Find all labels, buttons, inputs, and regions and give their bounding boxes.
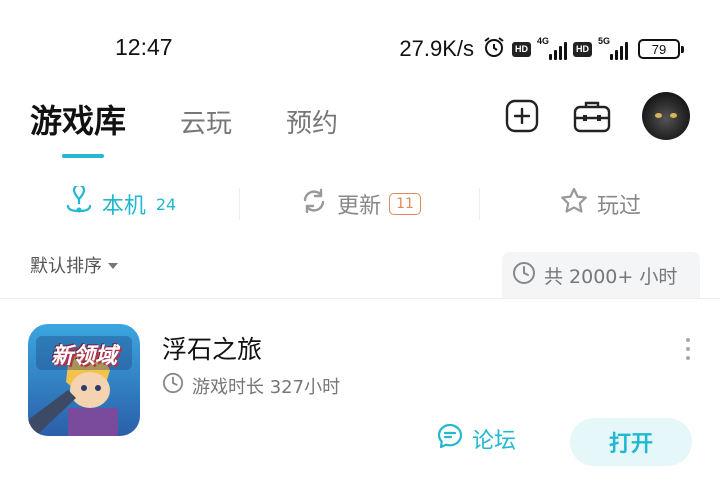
hd-badge: HD bbox=[512, 41, 531, 57]
subtab-local[interactable]: 本机 24 bbox=[0, 183, 240, 222]
forum-icon bbox=[436, 422, 464, 456]
subtab-local-label: 本机 bbox=[101, 194, 146, 219]
download-icon bbox=[64, 183, 94, 222]
tab-game-library[interactable]: 游戏库 bbox=[30, 96, 126, 142]
game-playtime: 游戏时长 327小时 bbox=[162, 372, 340, 399]
sort-label: 默认排序 bbox=[30, 256, 102, 277]
subtab-played-label: 玩过 bbox=[596, 194, 641, 219]
forum-label: 论坛 bbox=[472, 429, 517, 454]
total-playtime: 共 2000+ 小时 bbox=[502, 252, 700, 298]
subtab-played[interactable]: 玩过 bbox=[480, 186, 720, 222]
battery-icon: 79 bbox=[638, 39, 684, 59]
total-playtime-text: 共 2000+ 小时 bbox=[544, 265, 678, 288]
toolbox-icon[interactable] bbox=[572, 96, 612, 136]
open-button[interactable]: 打开 bbox=[570, 418, 692, 466]
active-tab-indicator bbox=[62, 154, 104, 158]
chevron-down-icon bbox=[108, 263, 118, 269]
game-title[interactable]: 浮石之旅 bbox=[162, 330, 262, 366]
top-tabs: 游戏库 云玩 预约 bbox=[30, 96, 392, 142]
forum-button[interactable]: 论坛 bbox=[436, 422, 516, 456]
add-icon[interactable] bbox=[502, 96, 542, 136]
clock-icon bbox=[512, 261, 536, 290]
star-icon bbox=[559, 186, 589, 222]
network-speed: 27.9K/s bbox=[399, 36, 474, 61]
tab-reservations[interactable]: 预约 bbox=[286, 103, 338, 140]
more-options-icon[interactable] bbox=[684, 338, 692, 360]
signal-sim2-icon: 5G bbox=[598, 36, 628, 60]
avatar[interactable] bbox=[642, 92, 690, 140]
subtab-local-count: 24 bbox=[155, 194, 177, 214]
signal-sim1-icon: 4G bbox=[537, 36, 567, 60]
sub-tabs: 本机 24 更新 11 玩过 bbox=[0, 180, 720, 228]
clock-icon bbox=[162, 372, 184, 399]
status-indicators: 27.9K/s HD 4G HD 5G 79 bbox=[399, 34, 684, 64]
hd-badge-2: HD bbox=[573, 41, 592, 57]
alarm-icon bbox=[482, 35, 506, 64]
sort-dropdown[interactable]: 默认排序 bbox=[30, 252, 118, 278]
game-icon[interactable]: 新领域 bbox=[28, 324, 140, 436]
game-playtime-text: 游戏时长 327小时 bbox=[192, 376, 341, 398]
refresh-icon bbox=[299, 186, 329, 222]
game-icon-text: 新领域 bbox=[50, 344, 117, 369]
subtab-update-label: 更新 bbox=[337, 194, 382, 219]
divider bbox=[479, 188, 480, 220]
header-actions bbox=[502, 92, 690, 140]
tab-cloud-play[interactable]: 云玩 bbox=[180, 103, 232, 140]
status-bar: 12:47 27.9K/s HD 4G HD 5G 79 bbox=[0, 0, 720, 96]
divider bbox=[0, 298, 720, 299]
battery-level: 79 bbox=[651, 41, 667, 57]
divider bbox=[239, 188, 240, 220]
update-count-badge: 11 bbox=[389, 193, 421, 215]
subtab-update[interactable]: 更新 11 bbox=[240, 186, 480, 222]
status-time: 12:47 bbox=[115, 34, 173, 60]
